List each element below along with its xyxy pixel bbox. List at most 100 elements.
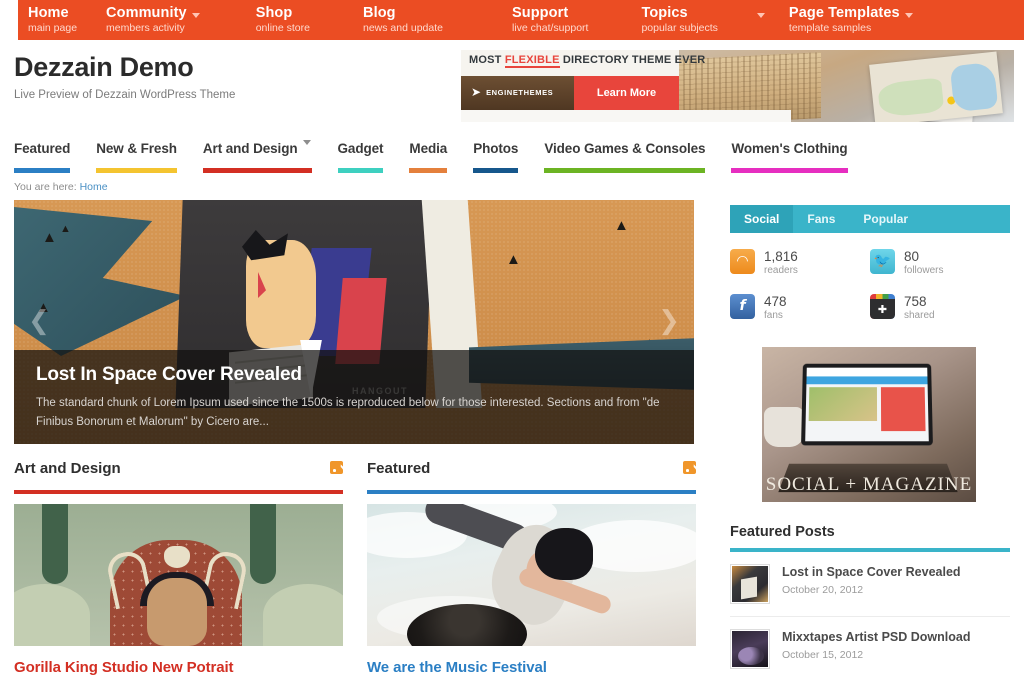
slider-title[interactable]: Lost In Space Cover Revealed	[36, 364, 672, 386]
social-stat-rss[interactable]: ◠ 1,816 readers	[730, 249, 870, 278]
nav-item-home[interactable]: Home main page	[28, 0, 90, 40]
ad-logo-text: ENGINETHEMES	[486, 87, 554, 97]
content-columns: Art and Design Gorilla King Studio New P…	[14, 460, 696, 676]
page-root: Home main page Community members activit…	[0, 0, 1024, 680]
nav-item-title: Topics	[641, 5, 688, 21]
category-tab-media[interactable]: Media	[409, 141, 447, 173]
social-stats-grid: ◠ 1,816 readers 🐦 80 followers f 478 fan…	[730, 233, 1010, 339]
dancer-hair	[535, 528, 593, 580]
nav-item-shop[interactable]: Shop online store	[256, 0, 323, 40]
column-header: Featured	[367, 460, 696, 490]
slider-next-button[interactable]: ❯	[656, 305, 682, 339]
social-stat-text: 1,816 readers	[764, 249, 798, 278]
site-title[interactable]: Dezzain Demo	[14, 52, 235, 83]
nav-item-title: Shop	[255, 5, 293, 21]
rss-icon[interactable]	[683, 461, 696, 474]
tab-social[interactable]: Social	[730, 205, 794, 233]
nav-item-community[interactable]: Community members activity	[106, 0, 200, 40]
nav-item-subtitle: template samples	[788, 22, 872, 34]
post-title-link[interactable]: Gorilla King Studio New Potrait	[14, 659, 343, 676]
social-stat-twitter[interactable]: 🐦 80 followers	[870, 249, 1010, 278]
site-tagline: Live Preview of Dezzain WordPress Theme	[14, 89, 236, 101]
social-stat-count: 478	[764, 294, 787, 309]
slider-prev-button[interactable]: ❮	[26, 305, 52, 339]
sidebar-advertisement[interactable]: SOCIAL + MAGAZINE	[762, 347, 976, 502]
category-tab-art-and-design[interactable]: Art and Design	[202, 140, 312, 173]
nav-item-topics[interactable]: Topics popular subjects	[641, 0, 765, 40]
category-label: Women's Clothing	[731, 141, 848, 156]
slider-excerpt: The standard chunk of Lorem Ipsum used s…	[36, 397, 660, 428]
post-thumbnail-gorilla[interactable]	[14, 504, 343, 646]
ad-headline-after: DIRECTORY THEME EVER	[559, 54, 706, 66]
nav-item-title: Support	[511, 5, 569, 21]
column-header: Art and Design	[14, 460, 343, 490]
category-tab-womens-clothing[interactable]: Women's Clothing	[731, 141, 848, 173]
featured-slider[interactable]: ▲ ▲ ▲ ▲ ▲ ▲ HANGOUT ❮ ❯ Lost In Space Co…	[14, 200, 694, 444]
social-stat-count: 80	[904, 249, 920, 264]
column-rule	[367, 490, 696, 494]
sidebar-ad-caption: SOCIAL + MAGAZINE	[765, 474, 973, 495]
post-thumbnail-dancer[interactable]	[367, 504, 696, 646]
featured-post-item[interactable]: Lost in Space Cover Revealed October 20,…	[730, 552, 1010, 617]
nav-item-subtitle: popular subjects	[641, 22, 718, 34]
screen-photo	[808, 387, 878, 422]
featured-post-title[interactable]: Mixxtapes Artist PSD Download	[782, 629, 970, 645]
column-art-and-design: Art and Design Gorilla King Studio New P…	[14, 460, 343, 676]
sidebar: Social Fans Popular ◠ 1,816 readers 🐦 80	[730, 205, 1010, 680]
featured-post-title[interactable]: Lost in Space Cover Revealed	[782, 564, 961, 580]
featured-post-date: October 20, 2012	[782, 584, 864, 596]
screen-topbar	[806, 367, 928, 377]
coffee-cup-image	[764, 407, 804, 447]
nav-item-subtitle: online store	[255, 22, 310, 34]
category-tab-new-and-fresh[interactable]: New & Fresh	[96, 141, 177, 173]
nav-item-title: Home	[28, 5, 69, 21]
category-navigation: Featured New & Fresh Art and Design Gadg…	[14, 140, 1010, 173]
tab-popular[interactable]: Popular	[849, 205, 922, 233]
category-underline	[202, 168, 312, 173]
chevron-down-icon	[302, 140, 311, 145]
primary-navigation: Home main page Community members activit…	[18, 0, 1024, 40]
post-thumbnail	[730, 629, 770, 669]
rss-icon[interactable]	[330, 461, 343, 474]
slider-caption: Lost In Space Cover Revealed The standar…	[14, 350, 694, 444]
featured-posts-heading: Featured Posts	[730, 524, 835, 540]
bird-icon: ➤	[471, 85, 482, 99]
category-underline	[544, 168, 706, 173]
laptop-screen	[805, 367, 929, 442]
facebook-icon: f	[730, 294, 755, 319]
category-underline	[96, 168, 177, 173]
post-thumbnail	[730, 564, 770, 604]
bush-shape	[263, 584, 343, 646]
category-tab-photos[interactable]: Photos	[473, 141, 518, 173]
post-title-link[interactable]: We are the Music Festival	[367, 659, 696, 676]
ad-learn-more-button[interactable]: Learn More	[574, 76, 679, 110]
category-underline	[731, 168, 848, 173]
nav-item-blog[interactable]: Blog news and update	[363, 0, 456, 40]
category-underline	[14, 168, 71, 173]
breadcrumb-link-home[interactable]: Home	[80, 181, 108, 193]
nav-item-support[interactable]: Support live chat/support	[512, 0, 601, 40]
tab-fans[interactable]: Fans	[793, 205, 849, 233]
head-shape	[147, 578, 207, 646]
social-stat-count: 1,816	[764, 249, 798, 264]
social-stat-facebook[interactable]: f 478 fans	[730, 294, 870, 323]
column-rule	[14, 490, 343, 494]
category-tab-featured[interactable]: Featured	[14, 141, 70, 173]
screen-promo-box	[880, 387, 926, 432]
social-stat-label: followers	[904, 265, 944, 276]
tree-icon: ▲	[42, 229, 57, 246]
header-advertisement[interactable]: MOST FLEXIBLE DIRECTORY THEME EVER ➤ ENG…	[461, 50, 1014, 122]
featured-post-item[interactable]: Mixxtapes Artist PSD Download October 15…	[730, 617, 1010, 680]
social-stat-label: shared	[904, 310, 935, 321]
category-tab-video-games-and-consoles[interactable]: Video Games & Consoles	[544, 141, 706, 173]
category-underline	[409, 168, 448, 173]
tree-icon: ▲	[506, 251, 521, 268]
ad-headline-highlight: FLEXIBLE	[504, 54, 560, 68]
nav-item-subtitle: news and update	[363, 22, 443, 34]
category-tab-gadget[interactable]: Gadget	[337, 141, 384, 173]
social-widget-tabs: Social Fans Popular	[730, 205, 1010, 233]
breadcrumb-prefix: You are here:	[14, 181, 77, 193]
social-stat-shared[interactable]: ✚ 758 shared	[870, 294, 1010, 323]
nav-item-page-templates[interactable]: Page Templates template samples	[789, 0, 913, 40]
nav-item-title: Page Templates	[788, 5, 900, 21]
